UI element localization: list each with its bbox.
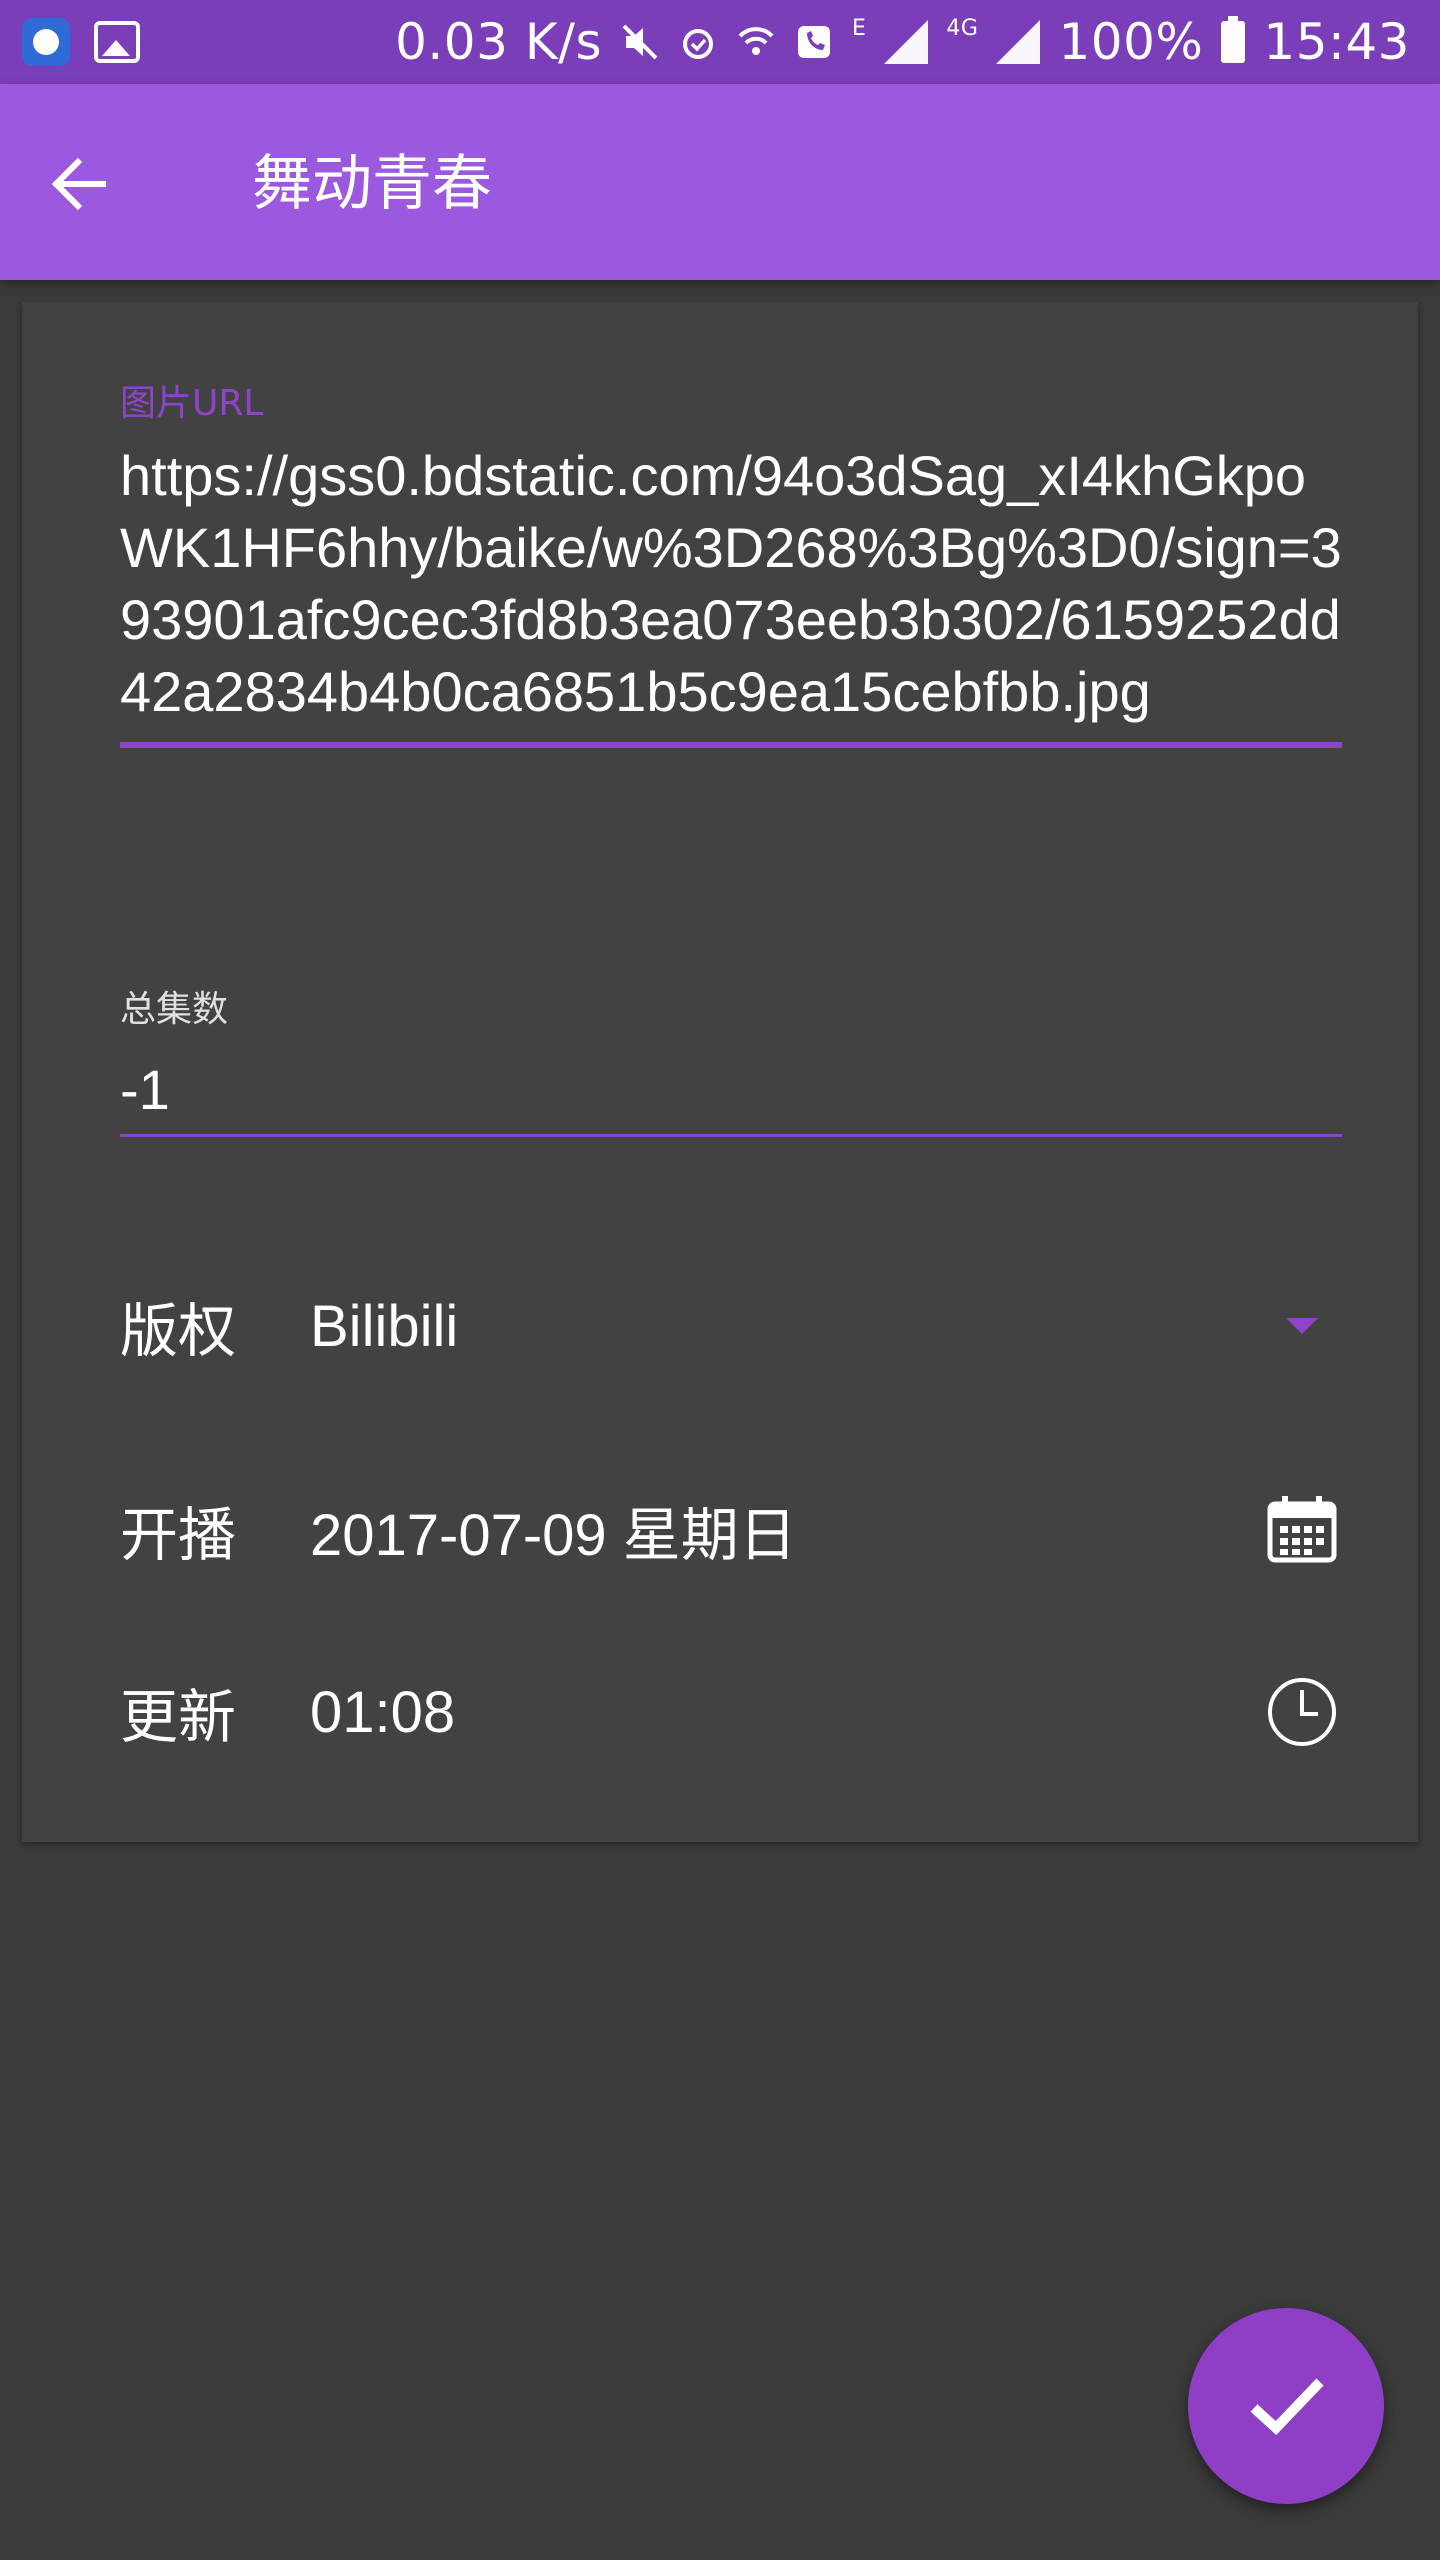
image-notification-icon bbox=[94, 21, 140, 63]
start-date-value[interactable]: 2017-07-09 星期日 bbox=[310, 1488, 1262, 1572]
total-episodes-field[interactable]: 总集数 -1 bbox=[120, 988, 1342, 1137]
app-notification-icon bbox=[22, 18, 70, 66]
update-time-value[interactable]: 01:08 bbox=[310, 1679, 1262, 1746]
time-picker-button[interactable] bbox=[1262, 1672, 1342, 1752]
update-time-row: 更新 01:08 bbox=[120, 1662, 1342, 1762]
arrow-back-icon bbox=[51, 157, 106, 211]
status-bar: 0.03 K/s E 4G 100% 15:43 bbox=[0, 0, 1440, 84]
copyright-select[interactable]: Bilibili bbox=[310, 1293, 1262, 1360]
app-bar: 舞动青春 bbox=[0, 84, 1440, 280]
copyright-row: 版权 Bilibili bbox=[120, 1276, 1342, 1376]
lte-indicator: 4G bbox=[946, 16, 979, 41]
call-icon bbox=[798, 26, 830, 58]
back-button[interactable] bbox=[30, 134, 130, 234]
edge-indicator: E bbox=[852, 16, 867, 41]
total-episodes-label: 总集数 bbox=[120, 989, 229, 1030]
clock-icon bbox=[1268, 1678, 1336, 1746]
start-date-row: 开播 2017-07-09 星期日 bbox=[120, 1480, 1342, 1580]
form-card: 图片URL https://gss0.bdstatic.com/94o3dSag… bbox=[22, 302, 1418, 1842]
total-episodes-input[interactable]: -1 bbox=[120, 1054, 1342, 1126]
date-picker-button[interactable] bbox=[1262, 1490, 1342, 1570]
battery-icon bbox=[1221, 16, 1246, 63]
check-icon bbox=[1250, 2378, 1324, 2435]
confirm-fab[interactable] bbox=[1188, 2308, 1384, 2504]
update-time-label: 更新 bbox=[120, 1683, 237, 1751]
mute-icon bbox=[622, 24, 658, 60]
start-date-label: 开播 bbox=[120, 1501, 237, 1569]
signal-icon-2 bbox=[996, 20, 1041, 64]
wifi-icon bbox=[738, 27, 774, 55]
total-episodes-underline bbox=[120, 1134, 1342, 1137]
page-title: 舞动青春 bbox=[252, 149, 492, 219]
image-url-field[interactable]: 图片URL https://gss0.bdstatic.com/94o3dSag… bbox=[120, 382, 1342, 748]
copyright-dropdown-button[interactable] bbox=[1262, 1286, 1342, 1366]
network-speed: 0.03 K/s bbox=[395, 13, 602, 71]
image-url-underline bbox=[120, 742, 1342, 748]
image-url-input[interactable]: https://gss0.bdstatic.com/94o3dSag_xI4kh… bbox=[120, 440, 1342, 728]
image-url-label: 图片URL bbox=[120, 383, 264, 424]
signal-icon bbox=[884, 20, 929, 64]
copyright-label: 版权 bbox=[120, 1297, 237, 1365]
battery-level: 100% bbox=[1058, 13, 1204, 71]
triangle-down-icon bbox=[1286, 1318, 1318, 1334]
calendar-icon bbox=[1267, 1496, 1337, 1563]
alarm-icon bbox=[683, 29, 713, 59]
clock-time: 15:43 bbox=[1263, 13, 1410, 71]
